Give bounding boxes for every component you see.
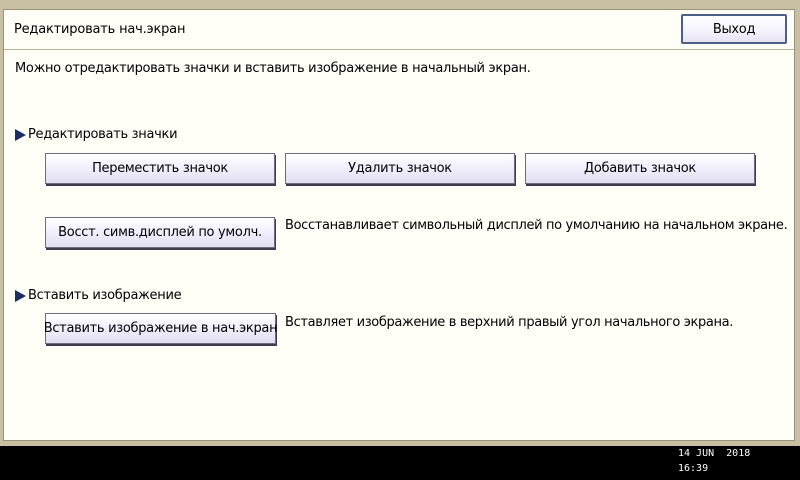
section-insert-image-label: Вставить изображение xyxy=(28,288,182,303)
section-edit-icons-label: Редактировать значки xyxy=(28,127,178,142)
main-panel: Редактировать нач.экран Выход Можно отре… xyxy=(3,9,795,441)
status-time: 16:39 xyxy=(678,463,709,474)
intro-text: Можно отредактировать значки и вставить … xyxy=(15,61,531,76)
screen-background: Редактировать нач.экран Выход Можно отре… xyxy=(0,0,800,446)
header-bar: Редактировать нач.экран Выход xyxy=(4,10,794,50)
status-date: 14 JUN 2018 xyxy=(678,448,751,459)
section-edit-icons: Редактировать значки xyxy=(15,127,178,142)
move-icon-button[interactable]: Переместить значок xyxy=(45,153,275,184)
triangle-right-icon xyxy=(15,128,26,141)
add-icon-button[interactable]: Добавить значок xyxy=(525,153,755,184)
insert-image-button[interactable]: Вставить изображение в нач.экран xyxy=(44,313,278,344)
restore-default-display-button[interactable]: Восст. симв.дисплей по умолч. xyxy=(45,217,275,248)
insert-image-description: Вставляет изображение в верхний правый у… xyxy=(285,315,734,330)
section-insert-image: Вставить изображение xyxy=(15,288,182,303)
page-title: Редактировать нач.экран xyxy=(14,22,186,37)
triangle-right-icon xyxy=(15,289,26,302)
status-bar: 14 JUN 2018 16:39 xyxy=(0,446,800,480)
exit-button[interactable]: Выход xyxy=(681,14,787,44)
restore-default-display-description: Восстанавливает символьный дисплей по ум… xyxy=(285,218,788,233)
delete-icon-button[interactable]: Удалить значок xyxy=(285,153,515,184)
